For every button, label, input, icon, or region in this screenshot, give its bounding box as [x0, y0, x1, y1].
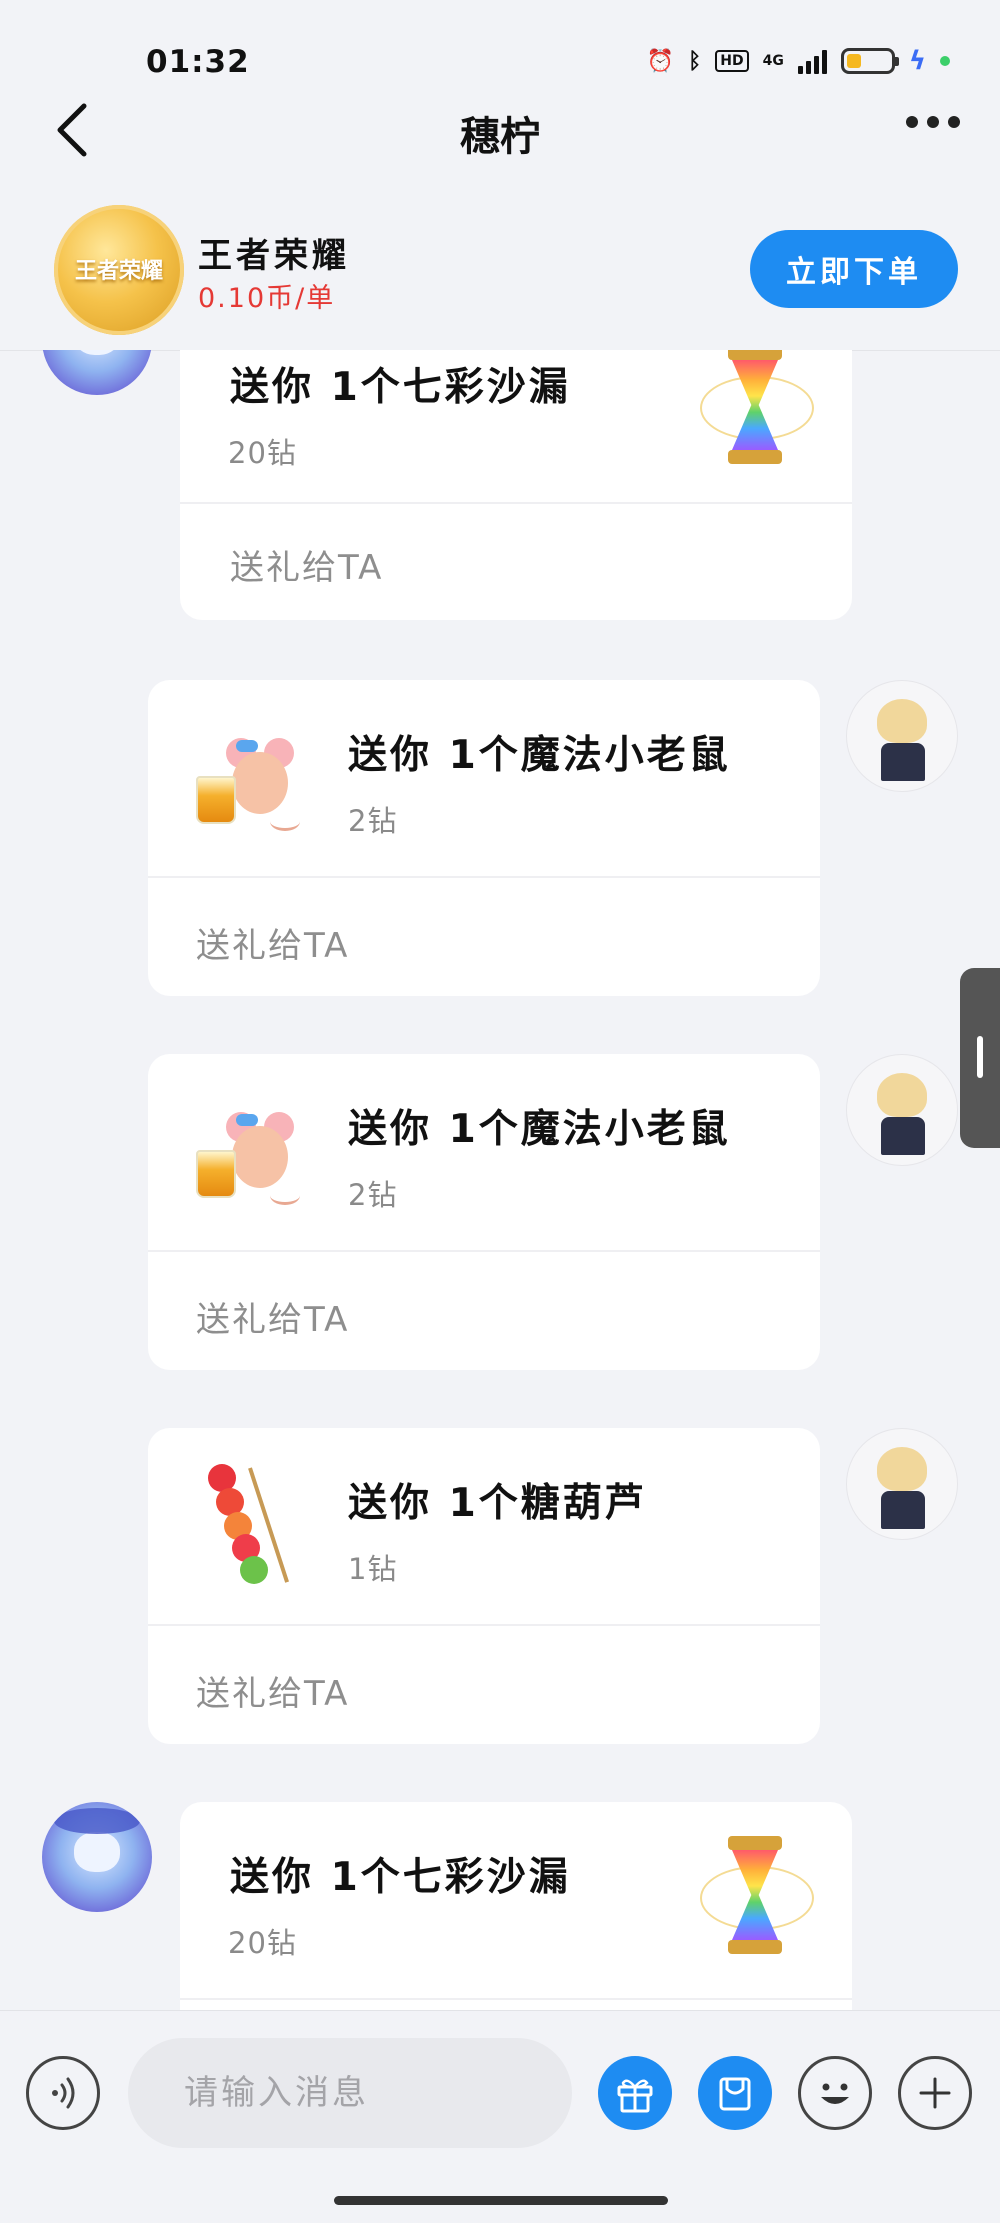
gift-message-card: 送你 1个糖葫芦 1钻 送礼给TA [148, 1428, 820, 1744]
avatar[interactable] [846, 1054, 958, 1166]
bluetooth-icon: ᛒ [688, 48, 702, 74]
side-drawer-handle[interactable] [960, 968, 1000, 1148]
magic-mouse-icon [192, 726, 302, 844]
candied-haws-icon [192, 1462, 302, 1584]
send-gift-link[interactable]: 送礼给TA [196, 1292, 349, 1341]
card-divider [148, 876, 820, 878]
magic-mouse-icon [192, 1100, 302, 1218]
signal-icon [797, 48, 827, 74]
more-options-icon[interactable] [906, 116, 960, 128]
game-price: 0.10币/单 [198, 283, 336, 314]
more-actions-button[interactable] [898, 2056, 972, 2130]
gift-title: 送你 1个七彩沙漏 [230, 365, 571, 410]
card-divider [148, 1624, 820, 1626]
gift-message-card: 送你 1个魔法小老鼠 2钻 送礼给TA [148, 1054, 820, 1370]
gift-icon [617, 2079, 653, 2113]
gift-message-card: 送你 1个七彩沙漏 20钻 [180, 1802, 852, 2010]
gift-button[interactable] [598, 2056, 672, 2130]
avatar[interactable] [846, 1428, 958, 1540]
smile-icon [821, 2083, 849, 2104]
chat-list[interactable]: 送你 1个七彩沙漏 20钻 送礼给TA 送你 1个魔法小老鼠 2钻 送礼给TA … [0, 350, 1000, 2010]
gift-title: 送你 1个糖葫芦 [348, 1481, 647, 1526]
home-indicator[interactable] [334, 2196, 668, 2205]
battery-fill [846, 54, 862, 68]
status-time: 01:32 [146, 44, 250, 80]
send-gift-link[interactable]: 送礼给TA [196, 1666, 349, 1715]
gift-cost: 20钻 [228, 436, 297, 470]
gift-cost: 1钻 [348, 1552, 398, 1586]
order-card-icon [719, 2077, 751, 2111]
game-name: 王者荣耀 [198, 236, 350, 276]
gift-message-card: 送你 1个魔法小老鼠 2钻 送礼给TA [148, 680, 820, 996]
voice-input-button[interactable] [26, 2056, 100, 2130]
indicator-dot [940, 56, 950, 66]
card-divider [148, 1250, 820, 1252]
network-type: 4G [762, 53, 784, 69]
gift-cost: 20钻 [228, 1926, 297, 1960]
status-bar: 01:32 ⏰ ᛒ HD 4G ϟ [0, 0, 1000, 100]
gift-title: 送你 1个七彩沙漏 [230, 1855, 571, 1900]
plus-icon [919, 2077, 951, 2109]
status-icons: ⏰ ᛒ HD 4G ϟ [647, 46, 950, 76]
voice-icon [52, 2077, 75, 2109]
gift-cost: 2钻 [348, 1178, 398, 1212]
send-gift-link[interactable]: 送礼给TA [230, 540, 383, 589]
send-gift-link[interactable]: 送礼给TA [196, 918, 349, 967]
charging-icon: ϟ [908, 46, 926, 76]
avatar[interactable] [846, 680, 958, 792]
gift-message-card: 送你 1个七彩沙漏 20钻 送礼给TA [180, 350, 852, 620]
avatar[interactable] [42, 1802, 152, 1912]
alarm-icon: ⏰ [646, 48, 675, 74]
emoji-button[interactable] [798, 2056, 872, 2130]
hourglass-icon [700, 1836, 814, 1954]
order-card-button[interactable] [698, 2056, 772, 2130]
hourglass-icon [700, 350, 814, 464]
card-divider [180, 1998, 852, 2000]
game-logo-text: 王者荣耀 [74, 259, 163, 284]
card-divider [180, 502, 852, 504]
page-title: 穗柠 [460, 114, 540, 160]
gift-title: 送你 1个魔法小老鼠 [348, 1107, 731, 1152]
order-now-button[interactable]: 立即下单 [750, 230, 958, 308]
avatar[interactable] [42, 350, 152, 395]
gift-title: 送你 1个魔法小老鼠 [348, 733, 731, 778]
battery-icon [840, 48, 899, 74]
message-input[interactable] [128, 2038, 572, 2148]
gift-cost: 2钻 [348, 804, 398, 838]
hd-badge: HD [715, 50, 749, 72]
game-logo[interactable]: 王者荣耀 [54, 205, 184, 335]
